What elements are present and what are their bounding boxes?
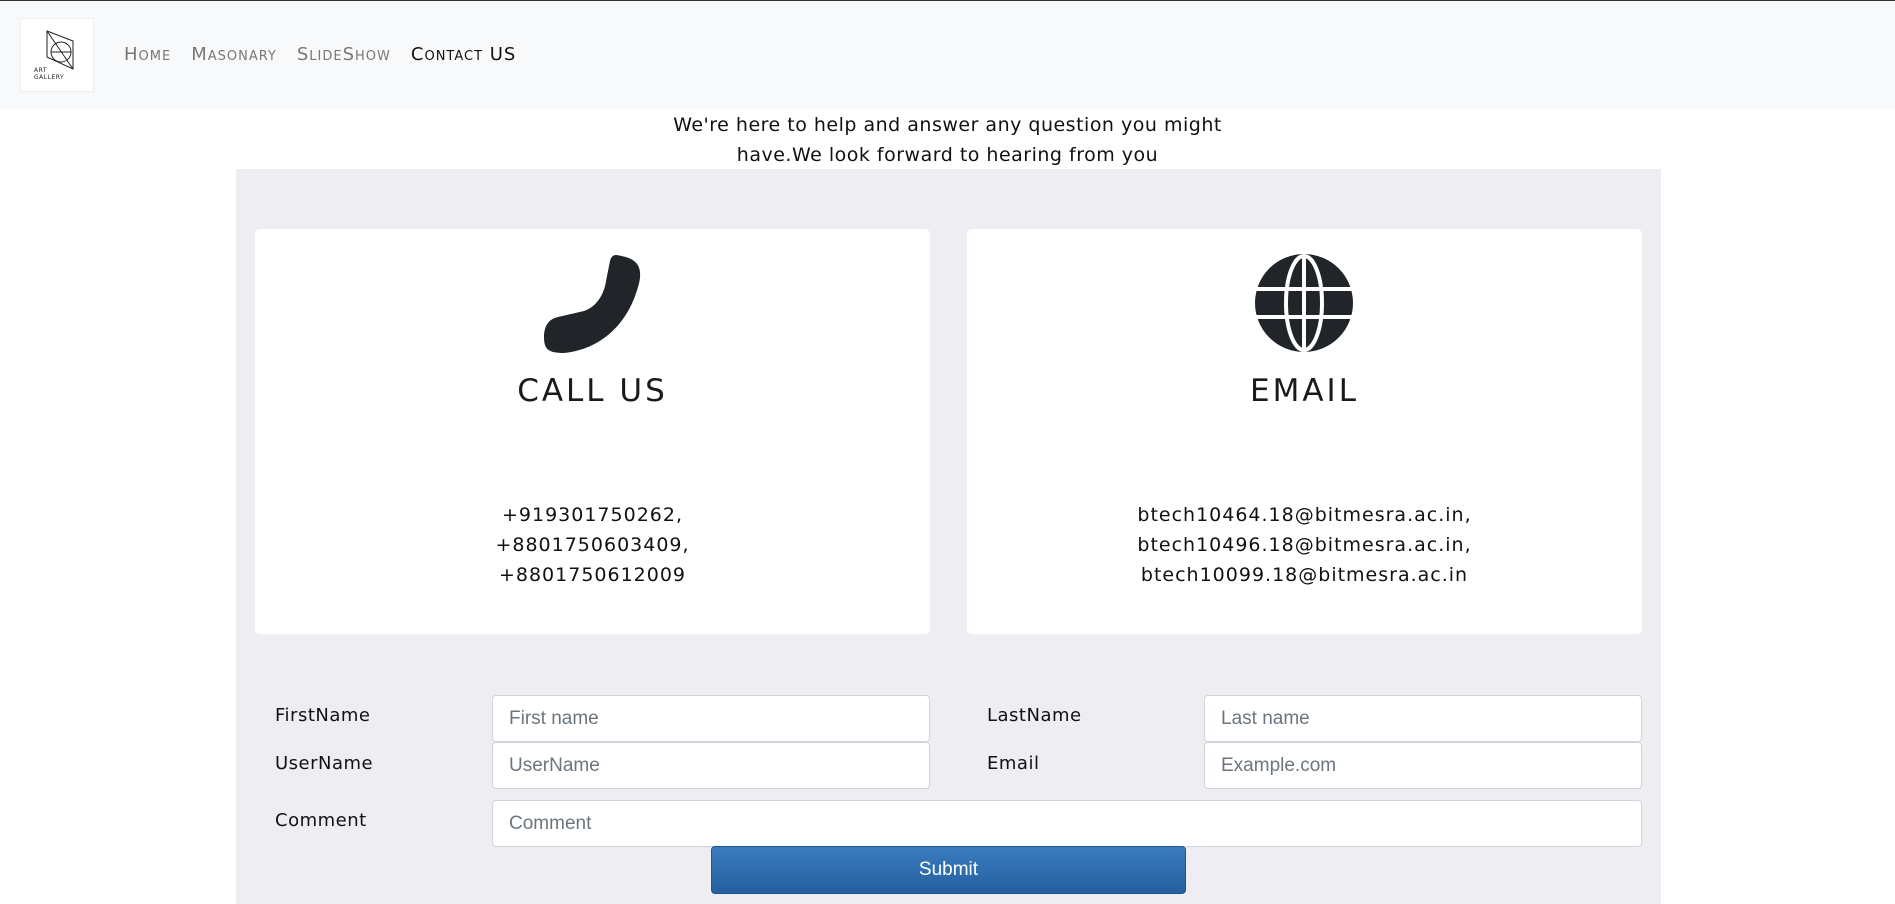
intro-line1: We're here to help and answer any questi…: [673, 114, 1222, 136]
lastname-label: LastName: [987, 705, 1082, 726]
email-card: EMAIL btech10464.18@bitmesra.ac.in, btec…: [967, 229, 1642, 634]
call-us-card: CALL US +919301750262, +8801750603409, +…: [255, 229, 930, 634]
contact-panel: CALL US +919301750262, +8801750603409, +…: [236, 169, 1661, 904]
nav-links: Home Masonary SlideShow Contact US: [124, 44, 516, 65]
nav-link-home[interactable]: Home: [124, 44, 171, 65]
call-us-title: CALL US: [517, 373, 668, 409]
comment-input[interactable]: [492, 800, 1642, 847]
username-input[interactable]: [492, 742, 930, 789]
logo-text: ART GALLERY: [34, 67, 64, 81]
logo-mark-icon: [46, 30, 74, 70]
firstname-label: FirstName: [275, 705, 371, 726]
email-title: EMAIL: [1250, 373, 1359, 409]
submit-button[interactable]: Submit: [711, 846, 1186, 894]
email-address-1: btech10464.18@bitmesra.ac.in,: [1137, 504, 1472, 526]
phone-number-3: +8801750612009: [498, 564, 687, 586]
phone-numbers: +919301750262, +8801750603409, +88017506…: [255, 500, 930, 590]
email-address-2: btech10496.18@bitmesra.ac.in,: [1137, 534, 1472, 556]
logo-text-line1: ART: [34, 67, 48, 74]
username-label: UserName: [275, 753, 374, 774]
lastname-input[interactable]: [1204, 695, 1642, 742]
navbar: ART GALLERY Home Masonary SlideShow Cont…: [0, 0, 1895, 109]
art-gallery-logo[interactable]: ART GALLERY: [20, 18, 94, 92]
globe-icon: [1255, 254, 1353, 352]
nav-link-contact-us[interactable]: Contact US: [411, 44, 516, 65]
email-addresses: btech10464.18@bitmesra.ac.in, btech10496…: [967, 500, 1642, 590]
logo-text-line2: GALLERY: [34, 74, 65, 81]
email-address-3: btech10099.18@bitmesra.ac.in: [1140, 564, 1469, 586]
nav-link-slideshow[interactable]: SlideShow: [297, 44, 391, 65]
firstname-input[interactable]: [492, 695, 930, 742]
comment-label: Comment: [275, 810, 367, 831]
nav-link-masonary[interactable]: Masonary: [191, 44, 277, 65]
intro-text: We're here to help and answer any questi…: [0, 110, 1895, 170]
email-label: Email: [987, 753, 1040, 774]
email-input[interactable]: [1204, 742, 1642, 789]
intro-line2: have.We look forward to hearing from you: [736, 144, 1159, 166]
phone-number-2: +8801750603409,: [495, 534, 690, 556]
phone-icon: [544, 255, 641, 353]
phone-number-1: +919301750262,: [501, 504, 684, 526]
